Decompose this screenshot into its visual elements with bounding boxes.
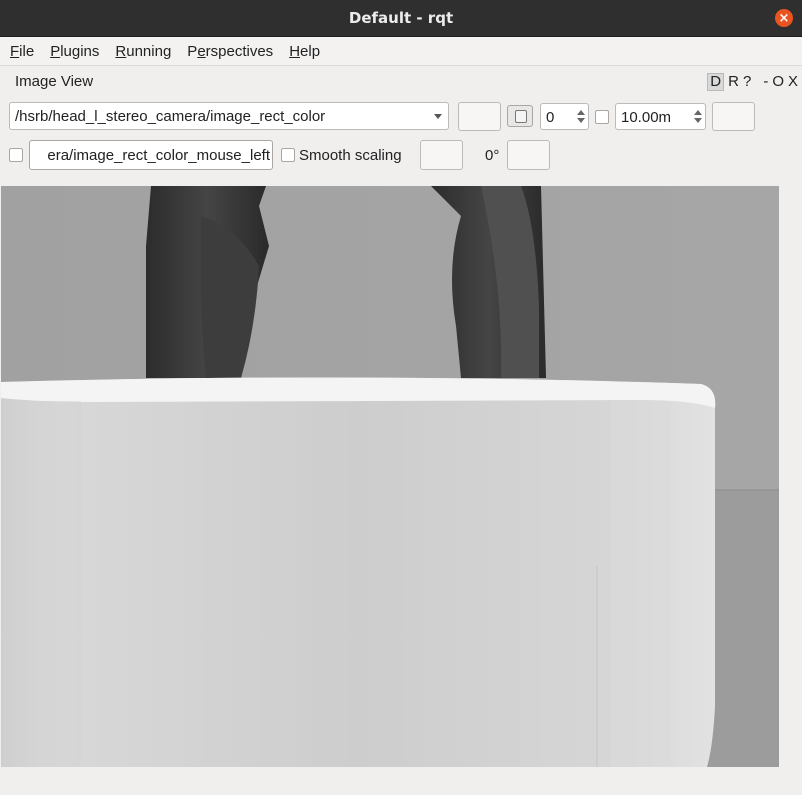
- color-scheme-button[interactable]: [712, 102, 755, 131]
- spin-up-icon[interactable]: [577, 110, 585, 115]
- close-icon[interactable]: ×: [775, 9, 793, 27]
- dock-title: Image View: [15, 73, 94, 90]
- menu-perspectives[interactable]: Perspectives: [183, 43, 279, 60]
- max-range-text: 10.00m: [621, 109, 672, 126]
- dock-titlebar: Image View D R ? - O X: [0, 66, 802, 96]
- rotate-right-button[interactable]: [507, 140, 550, 170]
- save-image-icon[interactable]: [507, 105, 533, 127]
- rotation-label: 0°: [485, 147, 500, 164]
- camera-image-view[interactable]: [1, 186, 779, 767]
- topic-select[interactable]: /hsrb/head_l_stereo_camera/image_rect_co…: [9, 102, 449, 130]
- spin-down-icon[interactable]: [577, 118, 585, 123]
- dock-close-button[interactable]: X: [788, 73, 798, 91]
- window-titlebar: Default - rqt ×: [0, 0, 802, 37]
- camera-image: [1, 186, 779, 767]
- dock-d-button[interactable]: D: [707, 73, 725, 91]
- mouse-topic-input[interactable]: era/image_rect_color_mouse_left: [29, 140, 273, 170]
- max-spin-down-icon[interactable]: [694, 118, 702, 123]
- dock-buttons: D R ? - O X: [703, 73, 798, 91]
- window-title: Default - rqt: [348, 9, 454, 27]
- menu-running[interactable]: Running: [111, 43, 177, 60]
- smooth-scaling-checkbox[interactable]: [281, 148, 295, 162]
- chevron-down-icon: [434, 114, 442, 119]
- smooth-scaling-label: Smooth scaling: [299, 147, 402, 164]
- menu-help[interactable]: Help: [285, 43, 326, 60]
- rotate-left-button[interactable]: [420, 140, 463, 170]
- menu-plugins[interactable]: Plugins: [46, 43, 105, 60]
- dock-reload-button[interactable]: R: [728, 73, 739, 91]
- max-range-spinbox[interactable]: 10.00m: [615, 103, 706, 130]
- menu-file[interactable]: File: [6, 43, 40, 60]
- value-spinbox[interactable]: 0: [540, 103, 589, 130]
- mouse-topic-text: era/image_rect_color_mouse_left: [47, 147, 270, 164]
- max-spin-up-icon[interactable]: [694, 110, 702, 115]
- dock-float-button[interactable]: O: [772, 73, 784, 91]
- status-area: [0, 767, 802, 795]
- publish-click-checkbox[interactable]: [9, 148, 23, 162]
- dynamic-range-checkbox[interactable]: [595, 110, 609, 124]
- dock-help-button[interactable]: ?: [743, 73, 751, 91]
- refresh-topics-button[interactable]: [458, 102, 501, 131]
- topic-select-value: /hsrb/head_l_stereo_camera/image_rect_co…: [15, 108, 326, 125]
- value-spinbox-text: 0: [546, 109, 555, 126]
- dock-minimize-button[interactable]: -: [763, 73, 768, 91]
- menu-bar: File Plugins Running Perspectives Help: [0, 37, 802, 65]
